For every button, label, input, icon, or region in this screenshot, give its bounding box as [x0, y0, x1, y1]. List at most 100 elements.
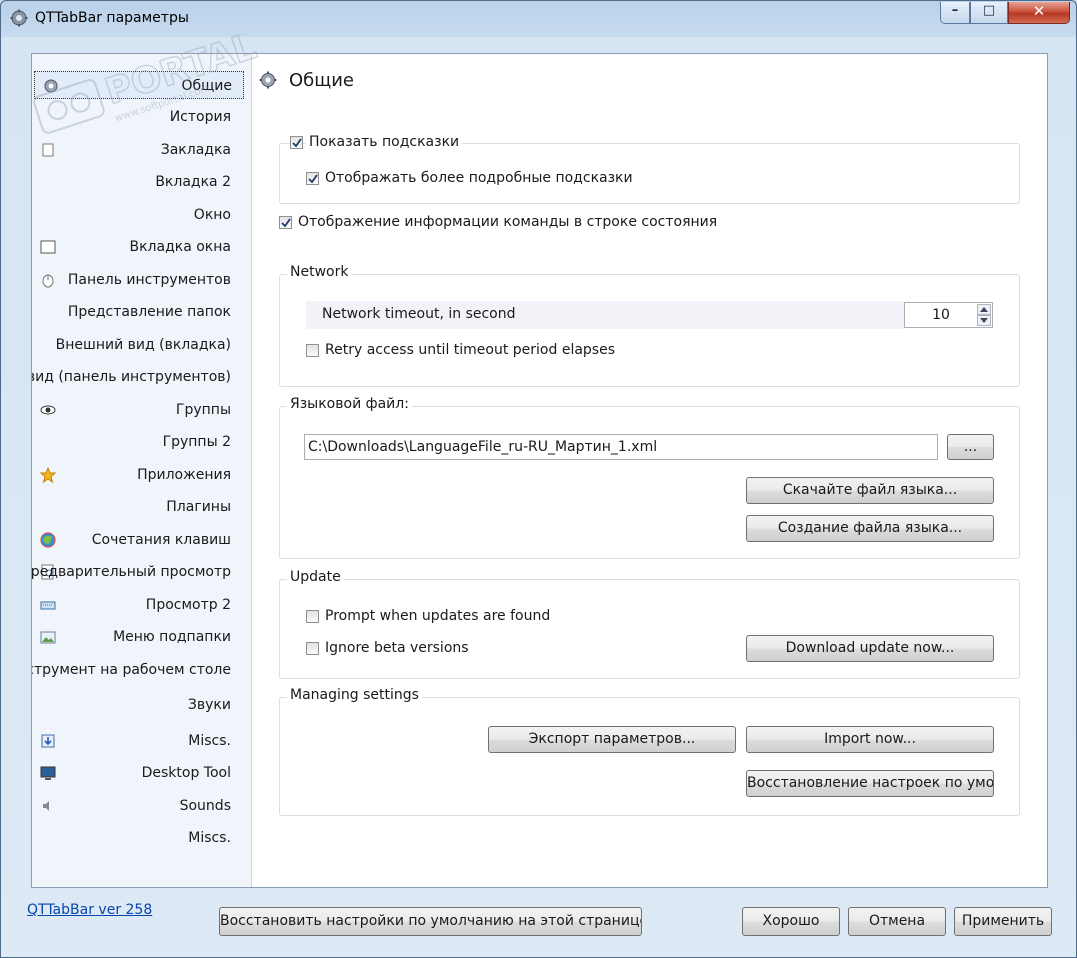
sidebar-item[interactable]: Предварительный просмотр: [32, 558, 251, 586]
sidebar-item[interactable]: Окно: [32, 201, 251, 229]
sidebar-item[interactable]: Miscs.: [32, 824, 251, 852]
update-group: Update: [279, 569, 1020, 679]
sidebar-item-label: Звуки: [187, 697, 231, 713]
sidebar-item[interactable]: Панель инструментов: [32, 266, 251, 294]
cancel-button[interactable]: Отмена: [848, 907, 946, 936]
checkbox-label: Показать подсказки: [306, 134, 463, 150]
chevron-down-icon: [980, 318, 988, 323]
spin-up-button[interactable]: [977, 304, 991, 315]
sidebar-item-label: Закладка: [160, 142, 231, 158]
minimize-button[interactable]: –: [940, 2, 970, 24]
sidebar-item-label: нструмент на рабочем столе: [32, 662, 231, 678]
group-title: Update: [287, 569, 344, 585]
group-title: Языковой файл:: [287, 396, 412, 412]
window-tab-icon: [40, 240, 56, 254]
sidebar-item[interactable]: Звуки: [32, 691, 251, 719]
checkbox-box: [306, 642, 319, 655]
monitor-icon: [40, 766, 56, 780]
gear-icon: [44, 79, 58, 93]
picture-icon: [40, 631, 56, 644]
sidebar-item-label: Вкладка окна: [129, 239, 231, 255]
keyboard-icon: [40, 601, 56, 610]
checkbox-label: Отображать более подробные подсказки: [325, 170, 633, 186]
sidebar-item[interactable]: Просмотр 2: [32, 591, 251, 619]
settings-window: QTTabBar параметры – □ ✕ Общие История Зак…: [0, 0, 1077, 958]
restore-defaults-button[interactable]: Восстановление настроек по умо: [746, 770, 994, 797]
checkmark-icon: [281, 218, 291, 228]
checkbox-label: Отображение информации команды в строке …: [298, 214, 718, 230]
checkbox-box: [279, 216, 292, 229]
sidebar-item-label: Сочетания клавиш: [91, 532, 231, 548]
maximize-button[interactable]: □: [970, 2, 1008, 24]
sidebar-item[interactable]: Вкладка окна: [32, 233, 251, 261]
network-group: Network: [279, 264, 1020, 387]
chevron-up-icon: [980, 307, 988, 312]
sidebar-item[interactable]: Группы: [32, 396, 251, 424]
checkbox-label: Ignore beta versions: [325, 640, 469, 656]
sidebar-item-label: Панель инструментов: [67, 272, 231, 288]
sidebar-item[interactable]: Desktop Tool: [32, 759, 251, 787]
content-panel: Общие Показать подсказки Отображать боле…: [252, 54, 1047, 887]
group-title: Managing settings: [287, 687, 422, 703]
checkmark-icon: [292, 138, 302, 148]
maximize-icon: □: [982, 3, 996, 18]
sidebar-item-label: Внешний вид (вкладка): [55, 337, 231, 353]
gear-icon: [259, 71, 277, 89]
eye-icon: [40, 405, 56, 415]
sidebar-item-label: Группы 2: [162, 434, 231, 450]
sidebar-item[interactable]: Sounds: [32, 792, 251, 820]
sidebar-item[interactable]: История: [32, 103, 251, 131]
close-icon: ✕: [1032, 2, 1046, 20]
version-link[interactable]: QTTabBar ver 258: [27, 902, 152, 918]
sidebar-item[interactable]: Общие: [34, 71, 244, 99]
download-update-button[interactable]: Download update now...: [746, 635, 994, 662]
sidebar-item[interactable]: Представление папок: [32, 298, 251, 326]
checkmark-icon: [308, 174, 318, 184]
checkbox-box: [290, 136, 303, 149]
sidebar-item-label: Окно: [193, 207, 231, 223]
sidebar-item-label: Miscs.: [188, 830, 231, 846]
sidebar-item[interactable]: Вкладка 2: [32, 168, 251, 196]
sidebar-item[interactable]: Меню подпапки: [32, 623, 251, 651]
checkbox-box: [306, 610, 319, 623]
sidebar-nav: Общие История Закладка Вкладка 2 Окно Вкладка…: [32, 54, 252, 887]
export-settings-button[interactable]: Экспорт параметров...: [488, 726, 736, 753]
sidebar-item-label: Представление папок: [67, 304, 231, 320]
language-file-path: C:\Downloads\LanguageFile_ru-RU_Мартин_1…: [308, 439, 658, 455]
minimize-icon: –: [951, 3, 959, 18]
globe-icon: [40, 532, 56, 548]
restore-page-defaults-button[interactable]: Восстановить настройки по умолчанию на э…: [219, 907, 642, 936]
create-language-button[interactable]: Создание файла языка...: [746, 515, 994, 542]
language-file-input[interactable]: C:\Downloads\LanguageFile_ru-RU_Мартин_1…: [304, 434, 938, 460]
checkbox-label: Retry access until timeout period elapse…: [325, 342, 616, 358]
browse-button[interactable]: ...: [947, 434, 994, 460]
network-timeout-input[interactable]: 10: [904, 302, 993, 328]
sidebar-item[interactable]: Внешний вид (вкладка): [32, 331, 251, 359]
sidebar-item[interactable]: Miscs.: [32, 727, 251, 755]
sidebar-item-label: Приложения: [137, 467, 231, 483]
sidebar-item[interactable]: Плагины: [32, 493, 251, 521]
sidebar-item-label: Вкладка 2: [155, 174, 231, 190]
sidebar-item[interactable]: Закладка: [32, 136, 251, 164]
close-button[interactable]: ✕: [1008, 2, 1070, 24]
checkbox-box: [306, 344, 319, 357]
spin-down-button[interactable]: [977, 315, 991, 326]
sidebar-item-label: Предварительный просмотр: [32, 564, 231, 580]
sidebar-item[interactable]: Группы 2: [32, 428, 251, 456]
gear-icon: [10, 9, 28, 27]
bookmark-icon: [42, 143, 54, 157]
sidebar-item[interactable]: Приложения: [32, 461, 251, 489]
sidebar-item[interactable]: нструмент на рабочем столе: [32, 656, 251, 684]
title-bar[interactable]: QTTabBar параметры – □ ✕: [1, 1, 1076, 35]
download-language-button[interactable]: Скачайте файл языка...: [746, 477, 994, 504]
sidebar-item-label: й вид (панель инструментов): [32, 369, 231, 385]
sidebar-item-label: Группы: [175, 402, 231, 418]
ok-button[interactable]: Хорошо: [742, 907, 840, 936]
sidebar-item[interactable]: Сочетания клавиш: [32, 526, 251, 554]
apply-button[interactable]: Применить: [954, 907, 1052, 936]
sidebar-item[interactable]: й вид (панель инструментов): [32, 363, 251, 391]
import-settings-button[interactable]: Import now...: [746, 726, 994, 753]
network-timeout-row: Network timeout, in second: [306, 301, 904, 329]
mouse-icon: [42, 274, 54, 288]
star-icon: [40, 467, 56, 483]
